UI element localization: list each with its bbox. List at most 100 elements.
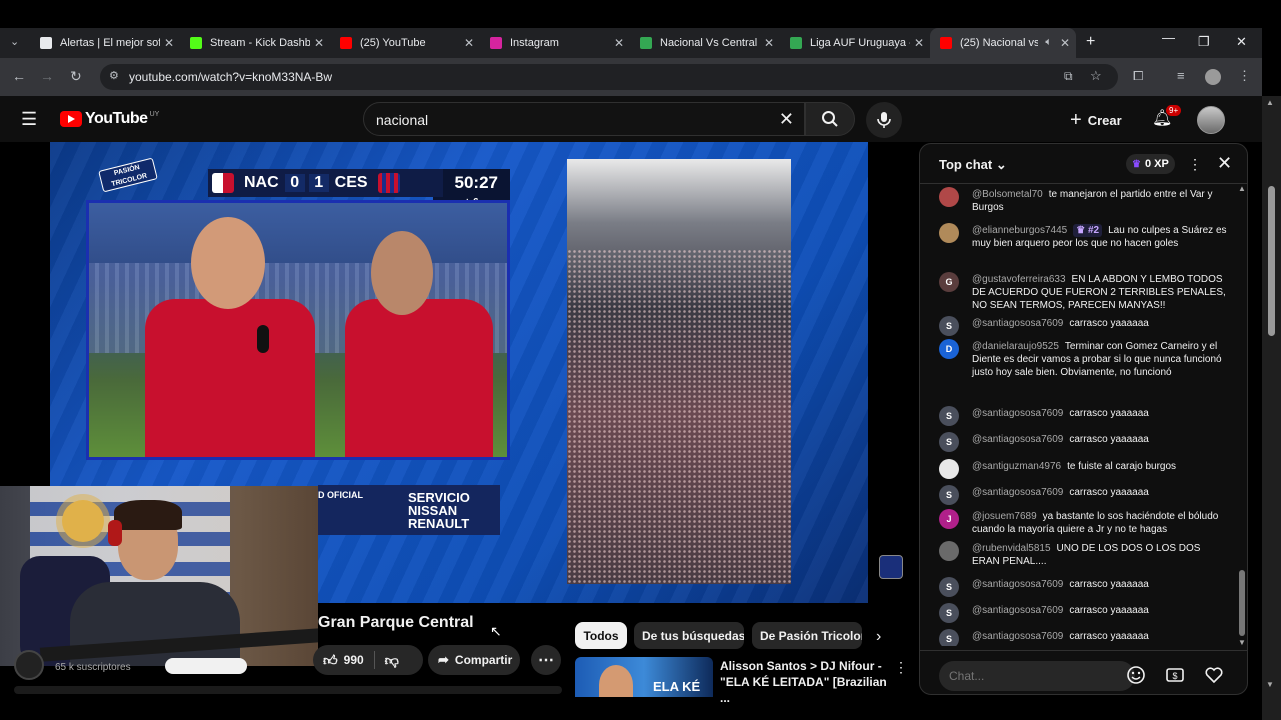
tab-instagram[interactable]: Instagram ✕: [480, 28, 630, 58]
chat-author-avatar[interactable]: [939, 187, 959, 207]
chat-author-name[interactable]: @santiagososa7609: [972, 408, 1063, 419]
account-avatar[interactable]: [1197, 106, 1225, 134]
youtube-logo[interactable]: YouTube UY: [60, 110, 159, 128]
create-button[interactable]: + Crear: [1070, 106, 1122, 134]
channel-avatar[interactable]: [14, 650, 44, 680]
chat-author-avatar[interactable]: [939, 459, 959, 479]
clear-search-icon[interactable]: ✕: [779, 109, 794, 130]
chat-message[interactable]: S @santiagososa7609 carrasco yaaaaaa: [939, 406, 1229, 426]
bookmark-star-icon[interactable]: ☆: [1090, 68, 1102, 84]
minimize-icon[interactable]: —: [1162, 30, 1175, 45]
close-tab-icon[interactable]: ✕: [1060, 36, 1070, 50]
chat-author-name[interactable]: @santiagososa7609: [972, 318, 1063, 329]
chat-author-name[interactable]: @santiguzman4976: [972, 461, 1061, 472]
like-button[interactable]: 👍︎ 990: [313, 645, 374, 675]
chat-message[interactable]: S @santiagososa7609 carrasco yaaaaaa: [939, 432, 1229, 452]
chat-message[interactable]: @santiguzman4976 te fuiste al carajo burg…: [939, 459, 1229, 479]
search-button[interactable]: [805, 102, 855, 136]
chat-author-name[interactable]: @santiagososa7609: [972, 434, 1063, 445]
chat-author-name[interactable]: @danielaraujo9525: [972, 341, 1059, 352]
close-tab-icon[interactable]: ✕: [914, 36, 924, 50]
reload-icon[interactable]: ↻: [70, 68, 82, 85]
description-box[interactable]: [14, 686, 562, 694]
tab-kick[interactable]: Stream - Kick Dashbo ✕: [180, 28, 330, 58]
more-actions-button[interactable]: ⋯: [531, 645, 561, 675]
chat-mode-dropdown[interactable]: Top chat ⌄: [939, 157, 1007, 173]
chat-author-avatar[interactable]: J: [939, 509, 959, 529]
back-icon[interactable]: ←: [12, 68, 26, 84]
share-button[interactable]: ➦ Compartir: [428, 645, 520, 675]
chevron-right-icon[interactable]: ›: [876, 628, 881, 646]
cast-icon[interactable]: ⧉: [1064, 69, 1073, 84]
chat-message[interactable]: S @santiagososa7609 carrasco yaaaaaa: [939, 485, 1229, 505]
chat-message[interactable]: @elianneburgos7445 ♛ #2 Lau no culpes a Su…: [939, 223, 1229, 250]
chat-author-name[interactable]: @gustavoferreira633: [972, 274, 1066, 285]
chat-author-name[interactable]: @santiagososa7609: [972, 631, 1063, 642]
restore-icon[interactable]: ❐: [1198, 34, 1210, 50]
tab-nacional-central[interactable]: Nacional Vs Central E ✕: [630, 28, 780, 58]
tab-youtube[interactable]: (25) YouTube ✕: [330, 28, 480, 58]
chat-author-name[interactable]: @santiagososa7609: [972, 487, 1063, 498]
chat-input[interactable]: [939, 661, 1135, 691]
chat-author-avatar[interactable]: [939, 541, 959, 561]
chat-author-avatar[interactable]: S: [939, 577, 959, 597]
chat-message[interactable]: S @santiagososa7609 carrasco yaaaaaa: [939, 316, 1229, 336]
scroll-down-icon[interactable]: ▼: [1238, 638, 1246, 647]
close-tab-icon[interactable]: ✕: [764, 36, 774, 50]
chat-author-avatar[interactable]: [939, 223, 959, 243]
chat-author-avatar[interactable]: S: [939, 432, 959, 452]
close-tab-icon[interactable]: ✕: [464, 36, 474, 50]
page-scroll-thumb[interactable]: [1268, 186, 1275, 336]
chat-message[interactable]: S @santiagososa7609 carrasco yaaaaaa: [939, 603, 1229, 623]
chat-message[interactable]: D @danielaraujo9525 Terminar con Gomez Car…: [939, 339, 1229, 379]
close-tab-icon[interactable]: ✕: [164, 36, 174, 50]
forward-icon[interactable]: →: [40, 68, 54, 84]
chat-author-name[interactable]: @josuem7689: [972, 511, 1037, 522]
chat-author-name[interactable]: @Bolsometal70: [972, 189, 1043, 200]
tab-alertas[interactable]: Alertas | El mejor sof ✕: [30, 28, 180, 58]
scroll-up-icon[interactable]: ▲: [1266, 98, 1274, 107]
profile-icon[interactable]: [1205, 69, 1221, 85]
channel-watermark-icon[interactable]: [879, 555, 903, 579]
chat-author-name[interactable]: @santiagososa7609: [972, 579, 1063, 590]
speaker-icon[interactable]: 🔈︎: [1045, 36, 1052, 49]
chat-author-avatar[interactable]: S: [939, 316, 959, 336]
tab-search-icon[interactable]: ⌄: [10, 35, 19, 48]
browser-menu-icon[interactable]: ⋮: [1238, 68, 1251, 84]
voice-search-button[interactable]: [866, 102, 902, 138]
close-tab-icon[interactable]: ✕: [614, 36, 624, 50]
chip-from-channel[interactable]: De Pasión Tricolor: [752, 622, 862, 649]
media-controls-icon[interactable]: ≡: [1177, 68, 1185, 83]
chat-message[interactable]: S @santiagososa7609 carrasco yaaaaaa: [939, 629, 1229, 646]
xp-badge[interactable]: ♛ 0 XP: [1126, 154, 1175, 174]
tab-liga-auf[interactable]: Liga AUF Uruguaya - ✕: [780, 28, 930, 58]
chat-author-avatar[interactable]: S: [939, 629, 959, 646]
chat-message[interactable]: S @santiagososa7609 carrasco yaaaaaa: [939, 577, 1229, 597]
chat-author-avatar[interactable]: S: [939, 603, 959, 623]
recommendation-title[interactable]: Alisson Santos > DJ Nifour - "ELA KÉ LEI…: [720, 658, 890, 706]
recommendation-menu-icon[interactable]: ⋮: [894, 659, 908, 676]
close-chat-icon[interactable]: ✕: [1217, 153, 1232, 174]
chat-author-avatar[interactable]: D: [939, 339, 959, 359]
chip-from-searches[interactable]: De tus búsquedas: [634, 622, 744, 649]
chat-more-icon[interactable]: ⋮: [1188, 156, 1202, 173]
dislike-button[interactable]: 👎︎: [375, 645, 409, 675]
emoji-icon[interactable]: [1124, 663, 1148, 687]
chat-author-avatar[interactable]: S: [939, 406, 959, 426]
heart-icon[interactable]: [1202, 663, 1226, 687]
address-bar[interactable]: ⚙︎ youtube.com/watch?v=knoM33NA-Bw ⧉ ☆: [100, 64, 1118, 90]
extensions-icon[interactable]: ⧠: [1133, 68, 1143, 84]
site-info-icon[interactable]: ⚙︎: [109, 69, 119, 82]
tab-active-youtube[interactable]: (25) Nacional vs C 🔈︎ ✕: [930, 28, 1076, 58]
chat-author-avatar[interactable]: S: [939, 485, 959, 505]
scroll-down-icon[interactable]: ▼: [1266, 680, 1274, 689]
chat-author-name[interactable]: @santiagososa7609: [972, 605, 1063, 616]
chat-scroll-thumb[interactable]: [1239, 570, 1245, 636]
search-box[interactable]: ✕: [363, 102, 805, 136]
new-tab-icon[interactable]: +: [1086, 33, 1095, 51]
hamburger-menu-icon[interactable]: ☰: [21, 109, 37, 130]
recommendation-thumbnail[interactable]: ELA KÉ: [575, 657, 713, 697]
chat-message[interactable]: G @gustavoferreira633 EN LA ABDON Y LEMBO …: [939, 272, 1229, 312]
page-scrollbar[interactable]: ▲ ▼: [1262, 96, 1281, 720]
close-tab-icon[interactable]: ✕: [314, 36, 324, 50]
